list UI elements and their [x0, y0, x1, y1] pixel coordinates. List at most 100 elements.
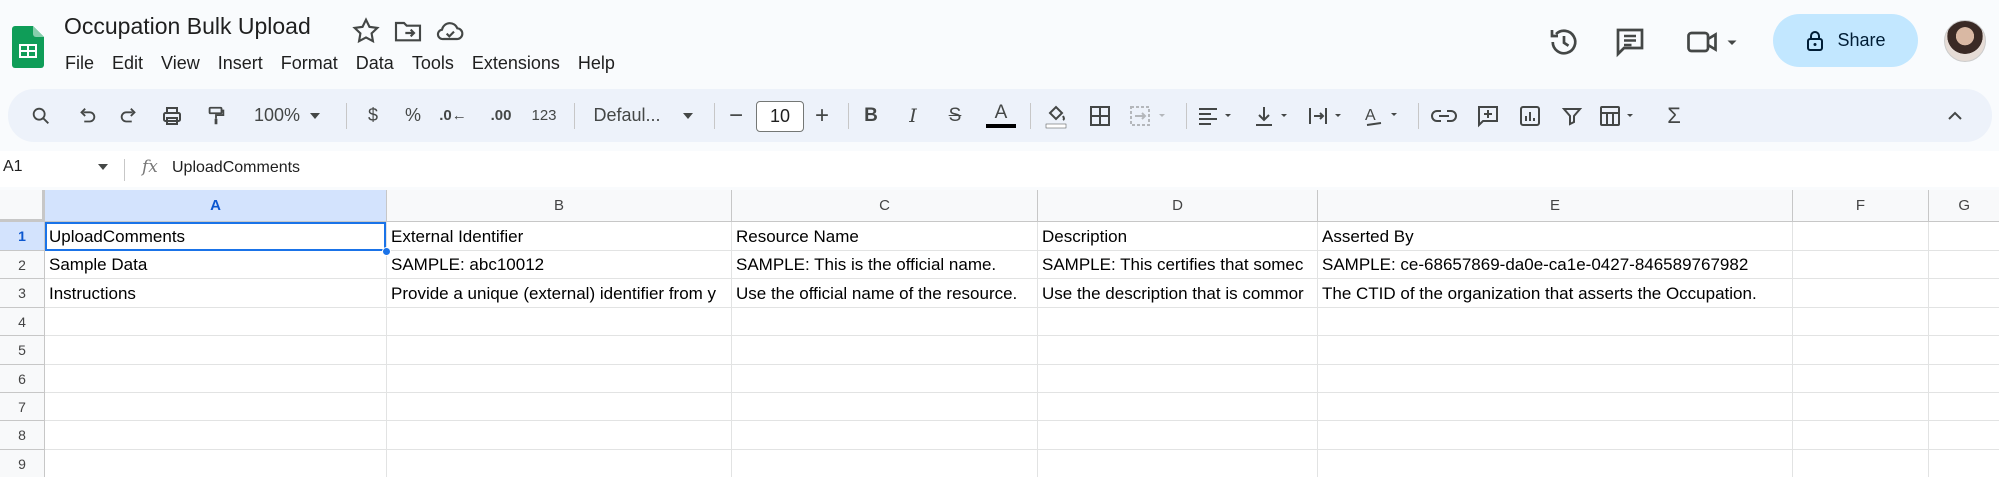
column-header-c[interactable]: C	[732, 190, 1038, 222]
decrease-decimal-button[interactable]: .0←	[438, 89, 468, 142]
cell-g4[interactable]	[1929, 308, 1999, 336]
cell-c6[interactable]	[732, 365, 1038, 393]
row-header-3[interactable]: 3	[0, 279, 45, 308]
cell-d3[interactable]: Use the description that is commor	[1038, 279, 1318, 308]
cell-a3[interactable]: Instructions	[45, 279, 387, 308]
font-size-decrease-button[interactable]: −	[724, 89, 748, 142]
meet-call-icon[interactable]	[1684, 24, 1744, 60]
avatar[interactable]	[1944, 20, 1986, 62]
italic-button[interactable]: I	[900, 89, 926, 142]
cell-a6[interactable]	[45, 365, 387, 393]
print-icon[interactable]	[156, 89, 188, 142]
fill-color-icon[interactable]	[1042, 89, 1070, 142]
cell-c1[interactable]: Resource Name	[732, 222, 1038, 251]
cell-b7[interactable]	[387, 393, 732, 421]
functions-icon[interactable]: Σ	[1660, 89, 1688, 142]
cloud-saved-icon[interactable]	[434, 15, 466, 47]
cell-f4[interactable]	[1793, 308, 1929, 336]
row-header-5[interactable]: 5	[0, 336, 45, 365]
row-header-1[interactable]: 1	[0, 222, 45, 251]
row-header-8[interactable]: 8	[0, 421, 45, 450]
collapse-icon[interactable]	[1940, 89, 1970, 142]
text-wrap-icon[interactable]	[1306, 89, 1352, 142]
menu-format[interactable]: Format	[272, 50, 347, 76]
cell-b1[interactable]: External Identifier	[387, 222, 732, 251]
cell-g1[interactable]	[1929, 222, 1999, 251]
link-icon[interactable]	[1428, 89, 1460, 142]
cell-f6[interactable]	[1793, 365, 1929, 393]
cell-d9[interactable]	[1038, 450, 1318, 477]
cell-a5[interactable]	[45, 336, 387, 365]
cell-g3[interactable]	[1929, 279, 1999, 308]
fill-handle[interactable]	[382, 247, 391, 256]
star-icon[interactable]	[350, 15, 382, 47]
cell-f2[interactable]	[1793, 251, 1929, 279]
row-header-7[interactable]: 7	[0, 393, 45, 421]
font-family-select[interactable]: Defaul...	[588, 89, 698, 142]
percent-button[interactable]: %	[400, 89, 426, 142]
column-header-e[interactable]: E	[1318, 190, 1793, 222]
text-rotation-icon[interactable]: A	[1362, 89, 1408, 142]
strikethrough-button[interactable]: S	[942, 89, 968, 142]
bold-button[interactable]: B	[858, 89, 884, 142]
sheets-logo-icon[interactable]	[12, 26, 44, 68]
document-title[interactable]: Occupation Bulk Upload	[64, 13, 311, 40]
cell-f5[interactable]	[1793, 336, 1929, 365]
redo-icon[interactable]	[114, 89, 144, 142]
cell-g9[interactable]	[1929, 450, 1999, 477]
cell-f8[interactable]	[1793, 421, 1929, 450]
cell-e1[interactable]: Asserted By	[1318, 222, 1793, 251]
column-header-b[interactable]: B	[387, 190, 732, 222]
borders-icon[interactable]	[1086, 89, 1114, 142]
cell-e2[interactable]: SAMPLE: ce-68657869-da0e-ca1e-0427-84658…	[1318, 251, 1793, 279]
cell-c2[interactable]: SAMPLE: This is the official name.	[732, 251, 1038, 279]
cell-a1[interactable]: UploadComments	[45, 222, 387, 251]
row-header-4[interactable]: 4	[0, 308, 45, 336]
cell-f3[interactable]	[1793, 279, 1929, 308]
cell-e8[interactable]	[1318, 421, 1793, 450]
menu-data[interactable]: Data	[347, 50, 403, 76]
cell-e7[interactable]	[1318, 393, 1793, 421]
cell-c9[interactable]	[732, 450, 1038, 477]
cell-a7[interactable]	[45, 393, 387, 421]
cell-g7[interactable]	[1929, 393, 1999, 421]
cell-a9[interactable]	[45, 450, 387, 477]
chart-icon[interactable]	[1514, 89, 1546, 142]
cell-d8[interactable]	[1038, 421, 1318, 450]
cell-c5[interactable]	[732, 336, 1038, 365]
menu-insert[interactable]: Insert	[209, 50, 272, 76]
formula-input[interactable]: UploadComments	[172, 159, 300, 177]
comments-icon[interactable]	[1612, 24, 1648, 60]
cell-b6[interactable]	[387, 365, 732, 393]
share-button[interactable]: Share	[1773, 14, 1918, 67]
cell-d6[interactable]	[1038, 365, 1318, 393]
paint-format-icon[interactable]	[200, 89, 232, 142]
cell-b8[interactable]	[387, 421, 732, 450]
cell-g8[interactable]	[1929, 421, 1999, 450]
menu-help[interactable]: Help	[569, 50, 624, 76]
chevron-down-icon[interactable]	[98, 164, 108, 170]
cell-c4[interactable]	[732, 308, 1038, 336]
select-all-corner[interactable]	[0, 190, 45, 222]
cell-e9[interactable]	[1318, 450, 1793, 477]
cell-b5[interactable]	[387, 336, 732, 365]
row-header-9[interactable]: 9	[0, 450, 45, 477]
cell-g2[interactable]	[1929, 251, 1999, 279]
filter-icon[interactable]	[1556, 89, 1588, 142]
cell-e3[interactable]: The CTID of the organization that assert…	[1318, 279, 1793, 308]
column-header-g[interactable]: G	[1929, 190, 1999, 222]
version-history-icon[interactable]	[1546, 24, 1582, 60]
cell-e4[interactable]	[1318, 308, 1793, 336]
column-header-a[interactable]: A	[45, 190, 387, 222]
increase-decimal-button[interactable]: .00	[484, 89, 518, 142]
comment-icon[interactable]	[1472, 89, 1504, 142]
cell-b4[interactable]	[387, 308, 732, 336]
menu-file[interactable]: File	[56, 50, 103, 76]
filter-views-icon[interactable]	[1598, 89, 1644, 142]
cell-f1[interactable]	[1793, 222, 1929, 251]
cell-e5[interactable]	[1318, 336, 1793, 365]
cell-d4[interactable]	[1038, 308, 1318, 336]
menu-extensions[interactable]: Extensions	[463, 50, 569, 76]
cell-f9[interactable]	[1793, 450, 1929, 477]
column-header-d[interactable]: D	[1038, 190, 1318, 222]
